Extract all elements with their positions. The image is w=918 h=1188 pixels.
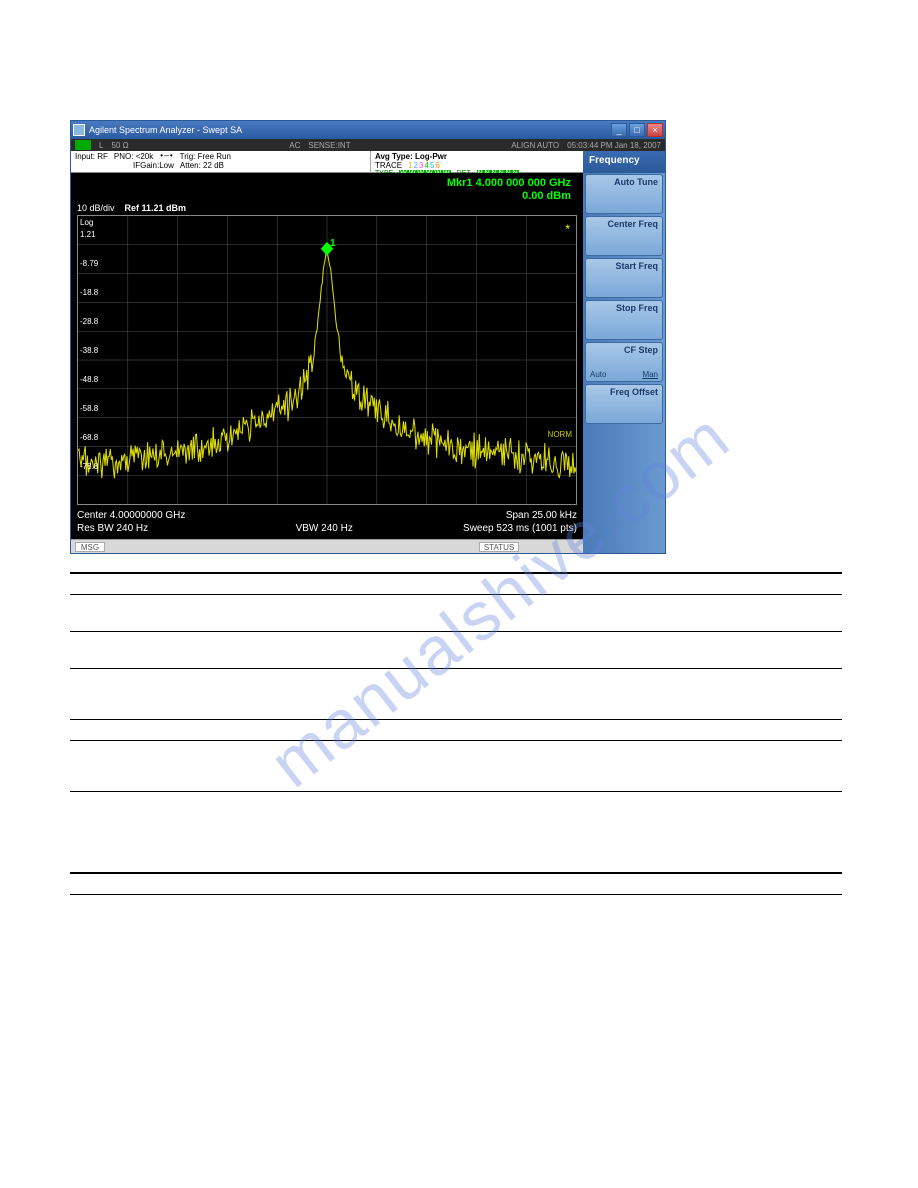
- vbw-readout: VBW 240 Hz: [296, 522, 353, 535]
- y-tick: -48.8: [80, 375, 98, 384]
- app-icon: [73, 124, 85, 136]
- star-indicator: *: [565, 222, 570, 236]
- main-panel: Input: RF PNO: <20k •—• Trig: Free Run I…: [71, 151, 583, 553]
- db-per-div: 10 dB/div: [77, 203, 115, 213]
- top-status-bar: L 50 Ω AC SENSE:INT ALIGN AUTO 05:03:44 …: [71, 139, 665, 151]
- marker-amp: 0.00 dBm: [77, 190, 571, 203]
- clock: 05:03:44 PM Jan 18, 2007: [567, 141, 661, 150]
- softkey-menu: Frequency Auto Tune Center Freq Start Fr…: [583, 151, 665, 553]
- status-item: L: [99, 141, 103, 150]
- y-tick: -78.8: [80, 462, 98, 471]
- trig-label: Trig: Free Run: [180, 152, 231, 161]
- input-label: Input: RF: [75, 152, 108, 161]
- y-tick: 1.21: [80, 230, 96, 239]
- cf-step-button[interactable]: CF Step Auto Man: [585, 342, 663, 382]
- span-readout: Span 25.00 kHz: [463, 509, 577, 522]
- log-label: Log: [80, 218, 93, 227]
- maximize-button[interactable]: □: [629, 123, 645, 137]
- ref-level: Ref 11.21 dBm: [125, 203, 187, 213]
- minimize-button[interactable]: _: [611, 123, 627, 137]
- spectrum-plot[interactable]: Log * 1.21 -8.79 -18.8 -28.8 -38.8 -48.8…: [77, 215, 577, 505]
- trace-num: 1: [408, 161, 412, 170]
- softkey-label: Start Freq: [590, 261, 658, 271]
- start-freq-button[interactable]: Start Freq: [585, 258, 663, 298]
- trace-num: 3: [419, 161, 423, 170]
- sweep-readout: Sweep 523 ms (1001 pts): [463, 522, 577, 535]
- softkey-label: Auto Tune: [590, 177, 658, 187]
- measurement-info-bar: Input: RF PNO: <20k •—• Trig: Free Run I…: [71, 151, 583, 173]
- y-tick: -68.8: [80, 433, 98, 442]
- trace-label: TRACE: [375, 161, 402, 170]
- y-tick: -38.8: [80, 346, 98, 355]
- cf-man-label: Man: [642, 370, 658, 379]
- center-freq-button[interactable]: Center Freq: [585, 216, 663, 256]
- center-freq-readout: Center 4.00000000 GHz: [77, 509, 185, 522]
- marker-freq: Mkr1 4.000 000 000 GHz: [77, 177, 571, 190]
- close-button[interactable]: ×: [647, 123, 663, 137]
- window-title: Agilent Spectrum Analyzer - Swept SA: [89, 125, 242, 135]
- plot-footer: Center 4.00000000 GHz Res BW 240 Hz VBW …: [71, 507, 583, 539]
- atten-label: Atten: 22 dB: [180, 161, 224, 170]
- y-tick: -58.8: [80, 404, 98, 413]
- marker-number: 1: [330, 238, 336, 249]
- status-box: STATUS: [479, 542, 519, 552]
- softkey-label: Freq Offset: [590, 387, 658, 397]
- coupling-icon: •—•: [159, 152, 173, 161]
- trace-num: 2: [414, 161, 418, 170]
- window-titlebar[interactable]: Agilent Spectrum Analyzer - Swept SA _ □…: [71, 121, 665, 139]
- stop-freq-button[interactable]: Stop Freq: [585, 300, 663, 340]
- status-item: ALIGN AUTO: [511, 141, 559, 150]
- ifgain-label: IFGain:Low: [133, 161, 174, 170]
- msg-box: MSG: [75, 542, 105, 552]
- softkey-label: Stop Freq: [590, 303, 658, 313]
- status-item: 50 Ω: [111, 141, 128, 150]
- pno-label: PNO: <20k: [114, 152, 153, 161]
- y-tick: -28.8: [80, 317, 98, 326]
- softkey-label: Center Freq: [590, 219, 658, 229]
- auto-tune-button[interactable]: Auto Tune: [585, 174, 663, 214]
- status-item: AC: [289, 141, 300, 150]
- application-window: Agilent Spectrum Analyzer - Swept SA _ □…: [70, 120, 666, 554]
- softkey-label: CF Step: [590, 345, 658, 355]
- cf-auto-label: Auto: [590, 370, 606, 379]
- trace-num: 5: [430, 161, 434, 170]
- freq-offset-button[interactable]: Freq Offset: [585, 384, 663, 424]
- trace-num: 4: [424, 161, 428, 170]
- trace-num: 6: [435, 161, 439, 170]
- status-item: SENSE:INT: [308, 141, 350, 150]
- rbw-readout: Res BW 240 Hz: [77, 522, 185, 535]
- trace-tag: NORM: [548, 430, 572, 439]
- page-rules: [70, 572, 842, 895]
- run-indicator-icon: [75, 140, 91, 150]
- menu-title: Frequency: [583, 151, 665, 173]
- y-tick: -8.79: [80, 259, 98, 268]
- y-tick: -18.8: [80, 288, 98, 297]
- avg-type-label: Avg Type: Log-Pwr: [375, 152, 579, 161]
- footer-status-bar: MSG STATUS: [71, 539, 583, 553]
